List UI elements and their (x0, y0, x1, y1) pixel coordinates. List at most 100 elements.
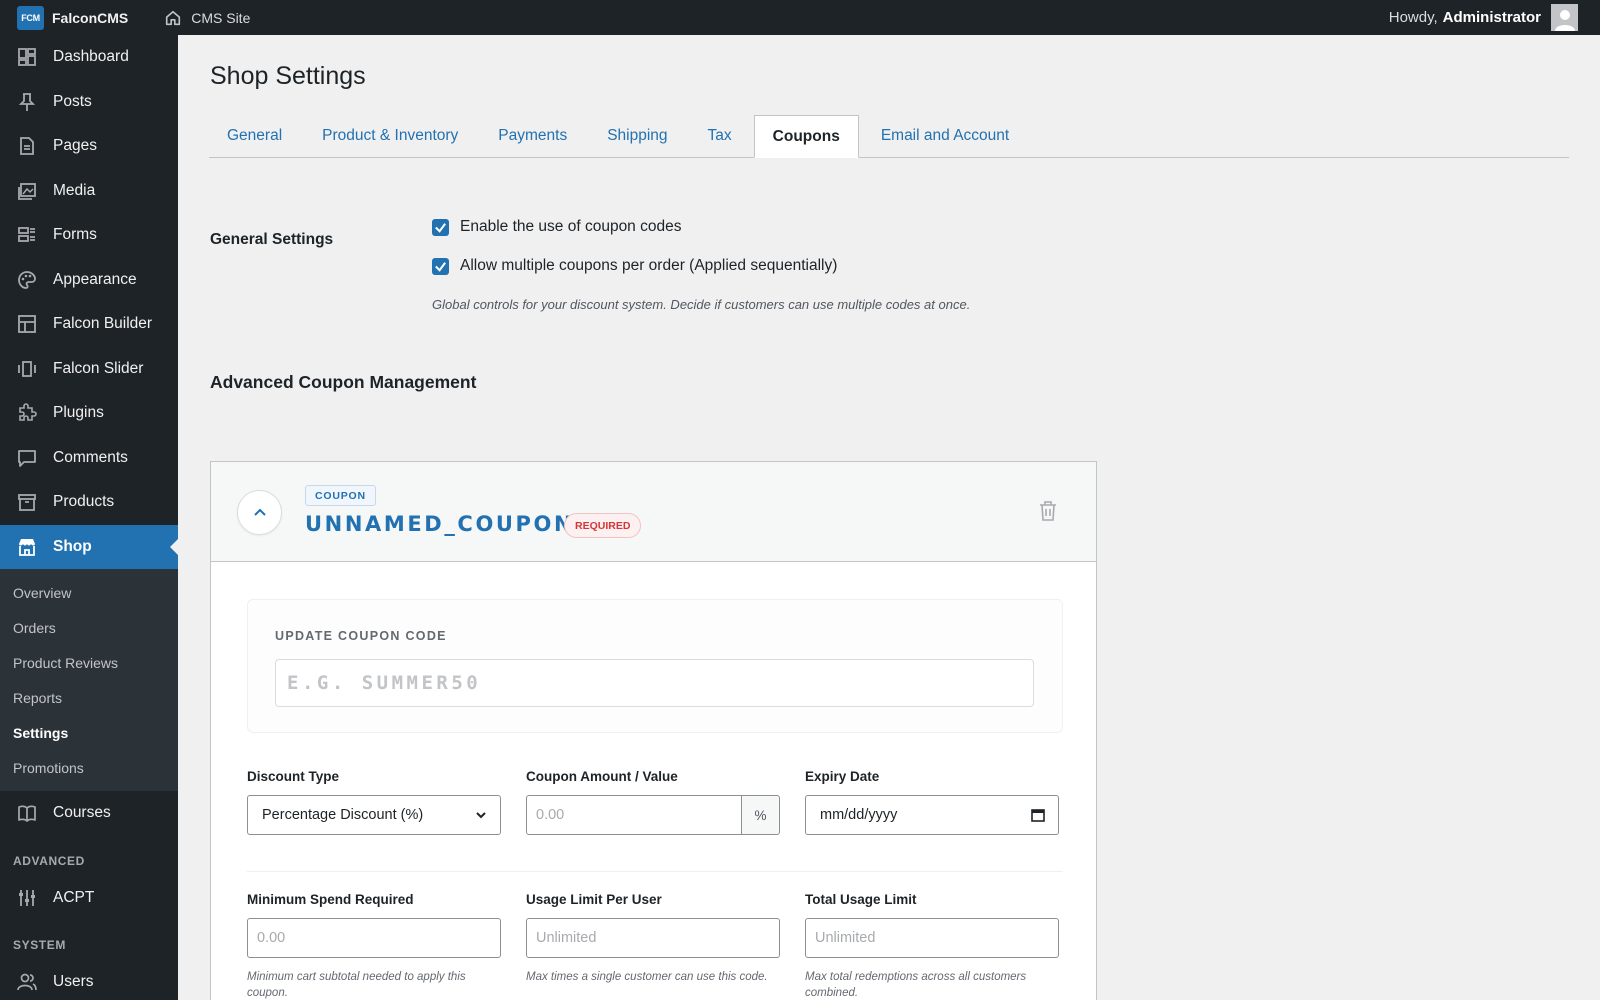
archive-icon (17, 492, 37, 512)
settings-tabs: General Product & Inventory Payments Shi… (209, 115, 1569, 158)
submenu-item-product-reviews[interactable]: Product Reviews (0, 645, 178, 680)
sidebar-item-courses[interactable]: Courses (0, 791, 178, 836)
equalizer-icon (17, 888, 37, 908)
sidebar-item-label: Comments (53, 448, 128, 466)
expiry-date-placeholder: mm/dd/yyyy (820, 807, 898, 823)
sidebar-item-label: Pages (53, 137, 97, 155)
sidebar-item-comments[interactable]: Comments (0, 436, 178, 481)
tab-coupons[interactable]: Coupons (753, 115, 859, 158)
shop-submenu: Overview Orders Product Reviews Reports … (0, 569, 178, 791)
sidebar-item-acpt[interactable]: ACPT (0, 876, 178, 921)
admin-bar: FCM FalconCMS CMS Site Howdy, Administra… (0, 0, 1600, 35)
checkmark-icon (435, 222, 446, 233)
tab-general[interactable]: General (209, 115, 300, 157)
sidebar-item-label: Falcon Builder (53, 315, 153, 333)
chevron-down-icon (476, 812, 486, 819)
sidebar-item-users[interactable]: Users (0, 960, 178, 1000)
store-icon (17, 537, 37, 557)
coupon-code-panel: UPDATE COUPON CODE E.G. SUMMER50 (247, 599, 1063, 733)
sidebar-item-forms[interactable]: Forms (0, 213, 178, 258)
expiry-date-input[interactable]: mm/dd/yyyy (805, 795, 1059, 835)
multiple-coupons-option[interactable]: Allow multiple coupons per order (Applie… (432, 257, 837, 275)
minimum-spend-input[interactable]: 0.00 (247, 918, 501, 958)
sidebar-item-falcon-builder[interactable]: Falcon Builder (0, 302, 178, 347)
sidebar-item-label: Users (53, 973, 94, 991)
sidebar-item-products[interactable]: Products (0, 480, 178, 525)
sidebar-item-media[interactable]: Media (0, 169, 178, 214)
coupon-amount-group: 0.00 % (526, 795, 780, 835)
sidebar-item-falcon-slider[interactable]: Falcon Slider (0, 347, 178, 392)
layout-icon (17, 314, 37, 334)
advanced-coupon-title: Advanced Coupon Management (210, 372, 477, 392)
tab-shipping[interactable]: Shipping (589, 115, 685, 157)
total-usage-limit-input[interactable]: Unlimited (805, 918, 1059, 958)
dashboard-icon (17, 47, 37, 67)
delete-coupon-button[interactable] (1038, 500, 1058, 527)
sidebar-item-pages[interactable]: Pages (0, 124, 178, 169)
forms-icon (17, 225, 37, 245)
sidebar-item-label: Forms (53, 226, 97, 244)
admin-sidebar: Dashboard Posts Pages Media Forms Appear… (0, 35, 178, 1000)
minimum-spend-placeholder: 0.00 (257, 930, 286, 946)
checkmark-icon (435, 261, 446, 272)
total-usage-limit-help: Max total redemptions across all custome… (805, 971, 1027, 999)
sidebar-item-label: Falcon Slider (53, 359, 144, 377)
discount-type-field: Discount Type Percentage Discount (%) (247, 769, 501, 835)
minimum-spend-label: Minimum Spend Required (247, 892, 414, 907)
site-link-label: CMS Site (191, 9, 251, 26)
multiple-coupons-checkbox[interactable] (432, 257, 449, 275)
total-usage-limit-placeholder: Unlimited (815, 930, 876, 946)
usage-limit-per-user-input[interactable]: Unlimited (526, 918, 780, 958)
discount-type-value: Percentage Discount (%) (262, 807, 424, 823)
required-badge: REQUIRED (564, 513, 642, 538)
coupon-amount-field: Coupon Amount / Value 0.00 % (526, 769, 780, 835)
sidebar-item-appearance[interactable]: Appearance (0, 258, 178, 303)
account-menu[interactable]: Howdy, Administrator (1389, 0, 1578, 35)
collapse-toggle-button[interactable] (237, 490, 282, 535)
sidebar-item-label: Courses (53, 804, 111, 822)
calendar-icon[interactable] (1031, 808, 1045, 822)
enable-coupons-option[interactable]: Enable the use of coupon codes (432, 218, 681, 236)
submenu-item-reports[interactable]: Reports (0, 680, 178, 715)
page-icon (17, 136, 37, 156)
coupon-amount-label: Coupon Amount / Value (526, 769, 678, 784)
coupon-tag: COUPON (305, 485, 376, 506)
sidebar-item-label: Appearance (53, 270, 137, 288)
discount-type-label: Discount Type (247, 769, 340, 784)
main-content: Shop Settings General Product & Inventor… (178, 35, 1600, 1000)
submenu-item-orders[interactable]: Orders (0, 610, 178, 645)
site-link[interactable]: CMS Site (164, 9, 250, 27)
coupon-name: UNNAMED_COUPON (305, 512, 575, 536)
tab-tax[interactable]: Tax (690, 115, 750, 157)
sidebar-item-shop[interactable]: Shop (0, 524, 178, 569)
minimum-spend-help: Minimum cart subtotal needed to apply th… (247, 971, 466, 999)
submenu-item-promotions[interactable]: Promotions (0, 750, 178, 785)
media-icon (17, 181, 37, 201)
field-divider (247, 871, 1063, 872)
submenu-item-settings[interactable]: Settings (0, 715, 178, 750)
sidebar-item-label: Posts (53, 92, 92, 110)
tab-product-inventory[interactable]: Product & Inventory (304, 115, 476, 157)
submenu-item-overview[interactable]: Overview (0, 575, 178, 610)
coupon-code-placeholder: E.G. SUMMER50 (287, 672, 482, 694)
enable-coupons-checkbox[interactable] (432, 218, 449, 236)
total-usage-limit-label: Total Usage Limit (805, 892, 917, 907)
users-icon (17, 972, 37, 992)
sidebar-item-dashboard[interactable]: Dashboard (0, 35, 178, 80)
sidebar-item-plugins[interactable]: Plugins (0, 391, 178, 436)
avatar (1551, 4, 1578, 31)
usage-limit-per-user-field: Usage Limit Per User Unlimited Max times… (526, 892, 780, 985)
greeting: Howdy, (1388, 9, 1438, 26)
discount-type-select[interactable]: Percentage Discount (%) (247, 795, 501, 835)
enable-coupons-label: Enable the use of coupon codes (460, 218, 682, 235)
coupon-code-input[interactable]: E.G. SUMMER50 (275, 659, 1034, 707)
tab-email-account[interactable]: Email and Account (863, 115, 1027, 157)
tab-payments[interactable]: Payments (480, 115, 585, 157)
sidebar-item-label: ACPT (53, 888, 95, 906)
brand-name: FalconCMS (52, 9, 129, 26)
sidebar-item-posts[interactable]: Posts (0, 80, 178, 125)
brand-link[interactable]: FCM FalconCMS (0, 0, 128, 35)
section-heading-advanced: ADVANCED (13, 853, 85, 868)
coupon-amount-input[interactable]: 0.00 (526, 795, 742, 835)
expiry-date-label: Expiry Date (805, 769, 880, 784)
